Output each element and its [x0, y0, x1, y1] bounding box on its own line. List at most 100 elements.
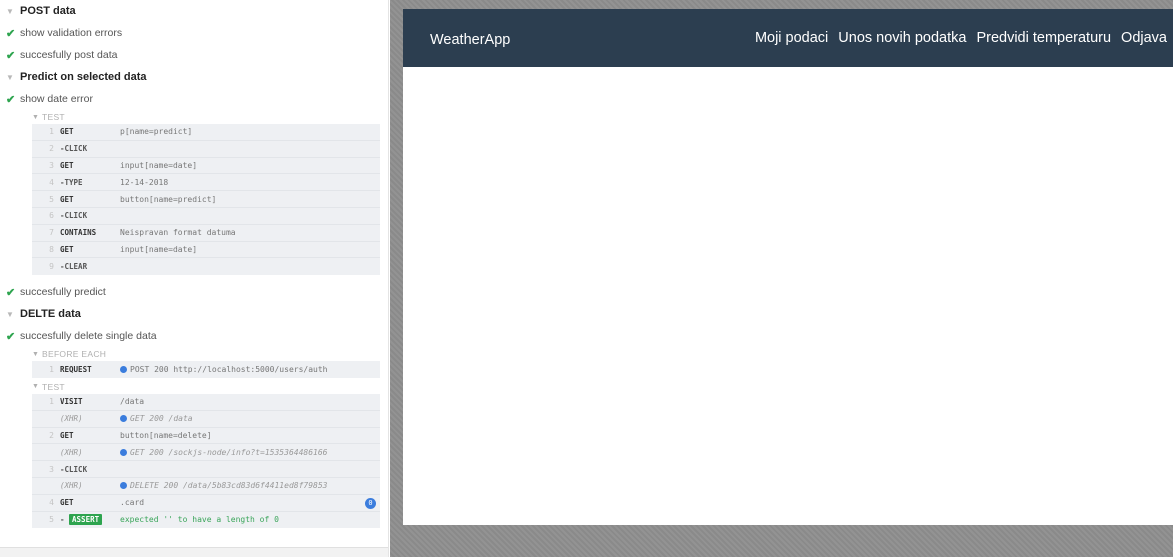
command-number: 2	[49, 144, 54, 154]
test-succesfully-predict[interactable]: ✔ succesfully predict	[0, 281, 388, 303]
suite-title: Predict on selected data	[20, 71, 147, 83]
xhr-status-dot-icon	[120, 366, 127, 374]
command-row[interactable]: 6 -CLICK	[32, 208, 380, 225]
section-label: TEST	[42, 381, 65, 392]
command-row[interactable]: 3 GET input[name=date]	[32, 158, 380, 175]
command-log: 1 REQUEST POST 200 http://localhost:5000…	[32, 361, 380, 378]
navbar-brand[interactable]: WeatherApp	[430, 28, 510, 48]
check-icon: ✔	[6, 49, 16, 62]
command-number: 5	[49, 515, 54, 525]
command-log: 1 GET p[name=predict] 2 -CLICK 3 GET inp…	[32, 124, 380, 276]
command-number: 8	[49, 244, 54, 254]
suite-predict[interactable]: ▼ Predict on selected data	[0, 66, 388, 88]
command-name: GET	[60, 194, 74, 204]
command-row[interactable]: 4 GET .card 0	[32, 495, 380, 512]
command-message: .card	[120, 498, 145, 508]
nav-link-odjava[interactable]: Odjava	[1121, 30, 1167, 46]
command-row[interactable]: (XHR) GET 200 /sockjs-node/info?t=153536…	[32, 444, 380, 462]
command-row[interactable]: (XHR) GET 200 /data	[32, 411, 380, 428]
command-message: p[name=predict]	[120, 127, 193, 137]
command-name: GET	[60, 160, 74, 170]
caret-down-icon: ▼	[6, 6, 14, 16]
command-message: expected '' to have a length of 0	[120, 515, 279, 525]
section-before-each[interactable]: ▼ BEFORE EACH	[0, 347, 388, 361]
command-message: input[name=date]	[120, 160, 198, 170]
test-show-date-error[interactable]: ✔ show date error	[0, 88, 388, 110]
command-row[interactable]: 5 GET button[name=predict]	[32, 191, 380, 208]
command-row[interactable]: 9 -CLEAR	[32, 258, 380, 275]
command-name: -CLICK	[60, 464, 88, 474]
section-test[interactable]: ▼ TEST	[0, 110, 388, 124]
command-row[interactable]: 8 GET input[name=date]	[32, 242, 380, 259]
suite-post-data[interactable]: ▼ POST data	[0, 0, 388, 22]
command-number: 3	[49, 160, 54, 170]
caret-down-icon: ▼	[32, 113, 40, 121]
command-message-text: POST 200 http://localhost:5000/users/aut…	[130, 365, 328, 375]
reporter-footer	[0, 547, 388, 557]
command-name: REQUEST	[60, 365, 92, 375]
section-test[interactable]: ▼ TEST	[0, 380, 388, 394]
command-log: 1 VISIT /data (XHR) GET 200 /data 2 GET …	[32, 393, 380, 529]
command-message: GET 200 /sockjs-node/info?t=153536448616…	[120, 448, 380, 457]
command-row[interactable]: 7 CONTAINS Neispravan format datuma	[32, 225, 380, 242]
command-name: VISIT	[60, 397, 83, 407]
command-message: DELETE 200 /data/5b83cd83d6f4411ed8f7985…	[120, 481, 380, 490]
section-label: TEST	[42, 112, 65, 122]
command-name: -CLICK	[60, 211, 88, 221]
command-row[interactable]: 2 GET button[name=delete]	[32, 428, 380, 445]
command-dash: -	[60, 515, 65, 525]
command-name: (XHR)	[60, 414, 83, 424]
command-name: (XHR)	[60, 447, 83, 457]
command-number: 5	[49, 194, 54, 204]
nav-link-predvidi-temperaturu[interactable]: Predvidi temperaturu	[976, 30, 1111, 46]
command-row[interactable]: (XHR) DELETE 200 /data/5b83cd83d6f4411ed…	[32, 478, 380, 495]
command-message: GET 200 /data	[120, 414, 380, 423]
command-row[interactable]: 1 REQUEST POST 200 http://localhost:5000…	[32, 361, 380, 378]
caret-down-icon: ▼	[32, 383, 40, 391]
suite-delete-data[interactable]: ▼ DELTE data	[0, 303, 388, 325]
test-title: succesfully delete single data	[20, 330, 157, 343]
command-number: 1	[49, 397, 54, 407]
test-title: show date error	[20, 93, 93, 105]
command-message: 12-14-2018	[120, 177, 169, 187]
caret-down-icon: ▼	[6, 72, 14, 82]
command-row[interactable]: 5 - ASSERT expected '' to have a length …	[32, 512, 380, 529]
command-name: (XHR)	[60, 481, 83, 491]
command-number: 4	[49, 177, 54, 187]
nav-link-unos-novih-podatka[interactable]: Unos novih podatka	[838, 30, 966, 46]
command-number: 4	[49, 498, 54, 508]
command-message: POST 200 http://localhost:5000/users/aut…	[120, 365, 380, 374]
command-message: button[name=predict]	[120, 194, 217, 204]
caret-down-icon: ▼	[6, 309, 14, 319]
test-title: succesfully predict	[20, 286, 106, 299]
section-label: BEFORE EACH	[42, 349, 107, 360]
xhr-status-dot-icon	[120, 448, 127, 456]
element-count-badge: 0	[365, 497, 376, 509]
command-row[interactable]: 1 VISIT /data	[32, 394, 380, 411]
xhr-status-dot-icon	[120, 415, 127, 423]
command-message: button[name=delete]	[120, 430, 212, 440]
command-message: input[name=date]	[120, 244, 198, 254]
suite-title: DELTE data	[20, 308, 81, 321]
app-preview-pane: WeatherApp Moji podaci Unos novih podatk…	[390, 0, 1173, 557]
command-row[interactable]: 3 -CLICK	[32, 461, 380, 478]
test-title: succesfully post data	[20, 49, 118, 61]
command-number: 6	[49, 211, 54, 221]
command-row[interactable]: 4 -TYPE 12-14-2018	[32, 174, 380, 192]
xhr-status-dot-icon	[120, 482, 127, 490]
command-name: -TYPE	[60, 177, 83, 187]
test-title: show validation errors	[20, 27, 123, 39]
command-number: 1	[49, 127, 54, 137]
command-number: 9	[49, 262, 54, 272]
check-icon: ✔	[6, 93, 16, 106]
test-succesfully-delete-single-data[interactable]: ✔ succesfully delete single data	[0, 325, 388, 347]
command-number: 2	[49, 430, 54, 440]
command-number: 3	[49, 464, 54, 474]
command-message-text: GET 200 /sockjs-node/info?t=153536448616…	[130, 447, 328, 457]
command-row[interactable]: 1 GET p[name=predict]	[32, 124, 380, 141]
check-icon: ✔	[6, 286, 16, 299]
test-succesfully-post-data[interactable]: ✔ succesfully post data	[0, 44, 388, 66]
nav-link-moji-podaci[interactable]: Moji podaci	[755, 30, 828, 46]
test-show-validation-errors[interactable]: ✔ show validation errors	[0, 22, 388, 44]
command-row[interactable]: 2 -CLICK	[32, 141, 380, 158]
